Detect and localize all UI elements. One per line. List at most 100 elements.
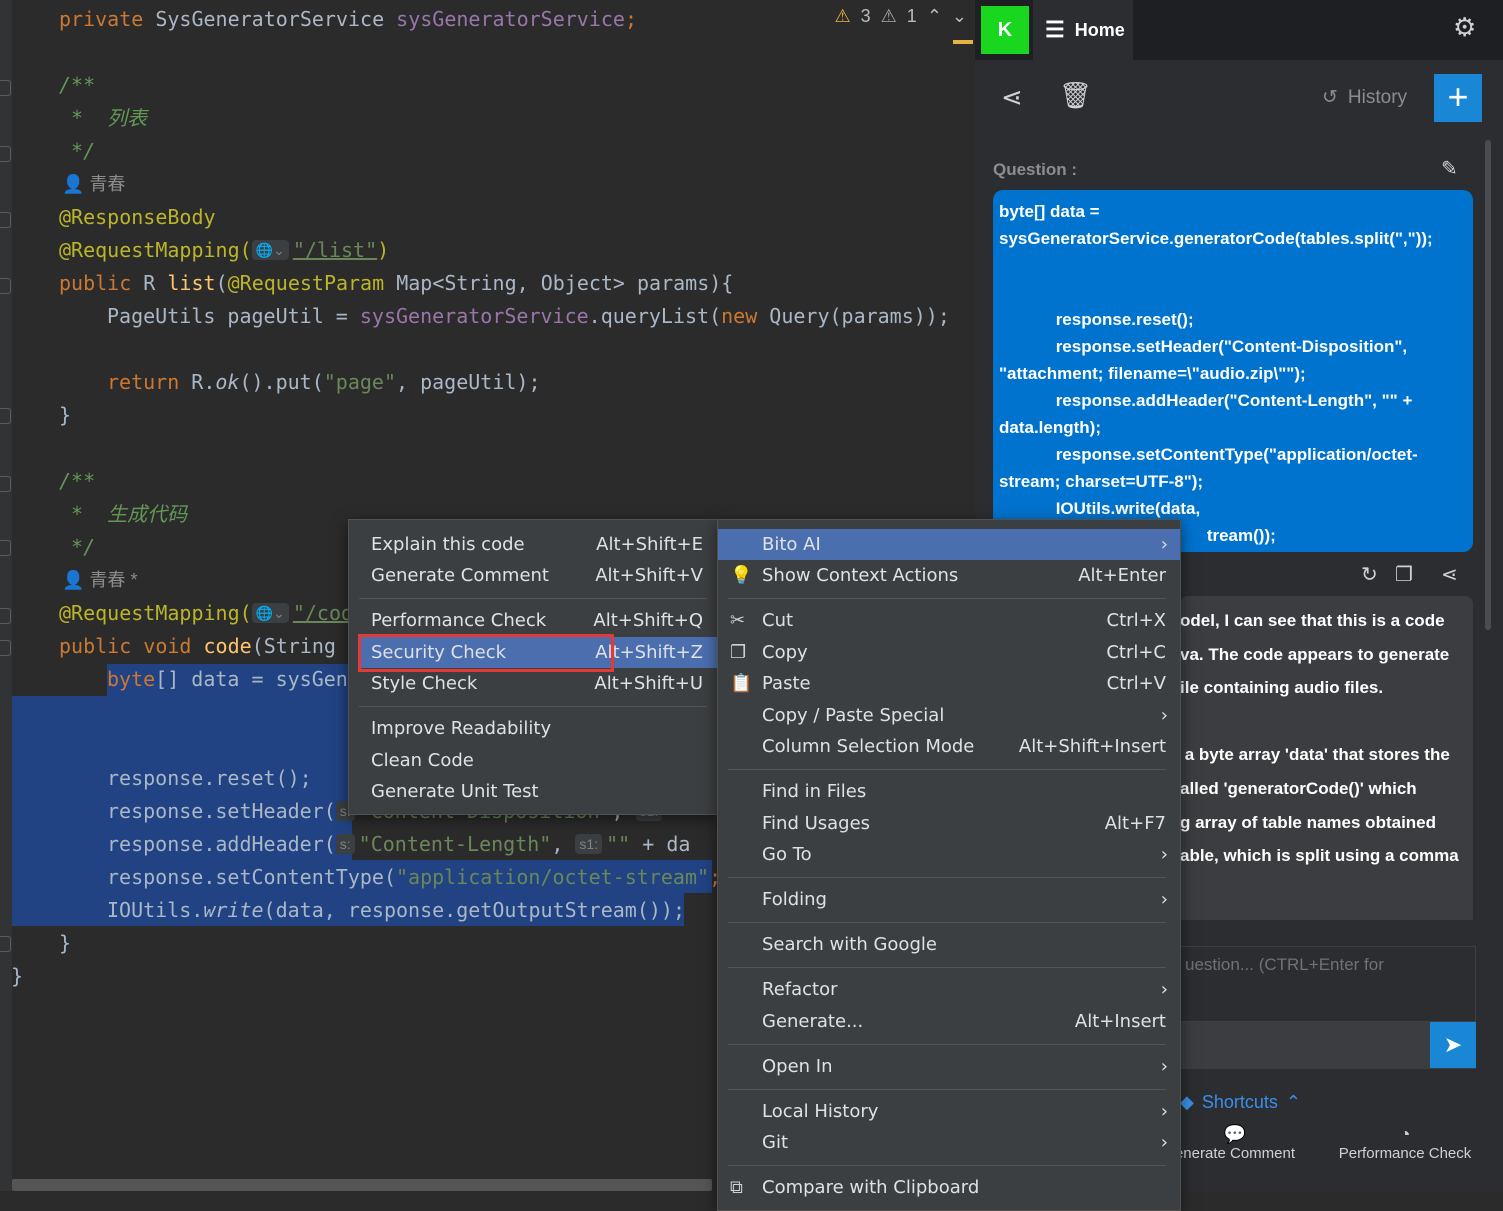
menu-item-cut[interactable]: ✂ Cut Ctrl+X — [718, 605, 1180, 636]
menu-item-performance-check[interactable]: Performance Check Alt+Shift+Q — [349, 605, 717, 636]
menu-separator — [728, 1044, 1166, 1045]
selection-gap — [684, 893, 712, 926]
code-line: response.reset(); — [107, 766, 312, 790]
code-line: } — [59, 931, 72, 955]
new-chat-button[interactable]: + — [1434, 74, 1482, 122]
send-icon: ➤ — [1443, 1032, 1463, 1057]
menu-item-open-in[interactable]: Open In › — [718, 1051, 1180, 1082]
history-icon: ↺ — [1322, 87, 1338, 108]
menu-item-explain-code[interactable]: Explain this code Alt+Shift+E — [349, 529, 717, 560]
menu-separator — [728, 769, 1166, 770]
shortcut-performance-check[interactable]: ◔ Performance Check — [1330, 1124, 1480, 1162]
code-line: */ — [59, 139, 96, 163]
menu-item-git[interactable]: Git › — [718, 1127, 1180, 1158]
fold-marker[interactable] — [0, 146, 11, 162]
globe-icon[interactable]: 🌐⌄ — [251, 603, 289, 623]
menu-item-style-check[interactable]: Style Check Alt+Shift+U — [349, 668, 717, 699]
menu-item-find-usages[interactable]: Find Usages Alt+F7 — [718, 808, 1180, 839]
menu-item-show-context-actions[interactable]: 💡 Show Context Actions Alt+Enter — [718, 560, 1180, 591]
menu-item-generate[interactable]: Generate... Alt+Insert — [718, 1006, 1180, 1037]
menu-separator — [359, 706, 707, 707]
menu-item-compare-with-clipboard[interactable]: ⧉ Compare with Clipboard — [718, 1172, 1180, 1203]
code-line: /** — [59, 469, 96, 493]
history-button[interactable]: ↺ History — [1322, 86, 1407, 109]
send-button[interactable]: ➤ — [1430, 1022, 1476, 1068]
fold-marker[interactable] — [0, 608, 11, 624]
question-input[interactable]: uestion... (CTRL+Enter for — [1180, 946, 1476, 1022]
fold-marker[interactable] — [0, 476, 11, 492]
user-icon: 👤 — [62, 570, 85, 590]
fold-marker[interactable] — [0, 936, 11, 952]
menu-lines-icon: ☰ — [1045, 17, 1065, 42]
menu-separator — [359, 598, 707, 599]
tab-home[interactable]: ☰ Home — [1033, 0, 1133, 60]
edit-icon[interactable]: ✎ — [1441, 156, 1458, 181]
fold-marker[interactable] — [0, 212, 11, 228]
menu-item-copy[interactable]: ❐ Copy Ctrl+C — [718, 637, 1180, 668]
author-hint[interactable]: 👤 青春 * — [62, 565, 137, 595]
chevron-up-icon[interactable]: ⌃ — [927, 6, 942, 27]
chevron-down-icon[interactable]: ⌄ — [952, 6, 967, 27]
menu-separator — [728, 877, 1166, 878]
menu-item-paste[interactable]: 📋 Paste Ctrl+V — [718, 668, 1180, 699]
shortcut-generate-comment[interactable]: 💬 enerate Comment — [1165, 1124, 1305, 1162]
chevron-right-icon: › — [1160, 705, 1168, 726]
code-line: IOUtils.write(data, response.getOutputSt… — [107, 898, 685, 922]
menu-separator — [728, 1089, 1166, 1090]
fold-marker[interactable] — [0, 408, 11, 424]
fold-marker[interactable] — [0, 640, 11, 656]
fold-marker[interactable] — [0, 278, 11, 294]
warning-icon: ⚠ — [834, 6, 851, 26]
menu-item-column-selection-mode[interactable]: Column Selection Mode Alt+Shift+Insert — [718, 731, 1180, 762]
menu-item-folding[interactable]: Folding › — [718, 884, 1180, 915]
menu-item-generate-comment[interactable]: Generate Comment Alt+Shift+V — [349, 560, 717, 591]
code-line: public void code(String — [59, 634, 336, 658]
menu-item-bito-ai[interactable]: Bito AI › — [718, 529, 1180, 560]
copy-icon[interactable]: ❐ — [1395, 562, 1413, 587]
fold-marker[interactable] — [0, 80, 11, 96]
compare-icon: ⧉ — [730, 1177, 743, 1198]
code-line: public R list(@RequestParam Map<String, … — [59, 271, 734, 295]
trash-icon[interactable]: 🗑 — [1059, 80, 1092, 111]
shapes-icon: ◆ — [1180, 1092, 1194, 1112]
code-line: } — [59, 403, 72, 427]
chevron-right-icon: › — [1160, 1101, 1168, 1122]
inspection-widget[interactable]: ⚠ 3 ⚠ 1 ⌃ ⌄ — [835, 6, 968, 27]
share-icon[interactable]: ⋖ — [1001, 82, 1023, 113]
menu-item-search-with-google[interactable]: Search with Google — [718, 929, 1180, 960]
bulb-icon: 💡 — [730, 565, 753, 586]
comment-plus-icon: 💬 — [1223, 1124, 1247, 1144]
code-line: */ — [59, 535, 96, 559]
fold-marker[interactable] — [0, 540, 11, 556]
menu-item-find-in-files[interactable]: Find in Files — [718, 776, 1180, 807]
menu-separator — [728, 922, 1166, 923]
chevron-right-icon: › — [1160, 534, 1168, 555]
horizontal-scrollbar[interactable] — [12, 1179, 712, 1191]
vertical-scrollbar[interactable] — [1485, 140, 1491, 630]
menu-item-improve-readability[interactable]: Improve Readability — [349, 713, 717, 744]
code-line: response.setContentType("application/oct… — [107, 865, 722, 889]
editor-gutter — [0, 0, 12, 1191]
editor-context-menu: Bito AI › 💡 Show Context Actions Alt+Enter … — [717, 519, 1181, 1211]
menu-item-local-history[interactable]: Local History › — [718, 1096, 1180, 1127]
error-stripe-mark[interactable] — [953, 40, 973, 44]
author-hint[interactable]: 👤 青春 — [62, 169, 125, 199]
code-line: /** — [59, 73, 96, 97]
avatar[interactable]: K — [981, 6, 1029, 54]
scissors-icon: ✂ — [730, 610, 746, 631]
menu-item-generate-unit-test[interactable]: Generate Unit Test — [349, 776, 717, 807]
menu-item-refactor[interactable]: Refactor › — [718, 974, 1180, 1005]
menu-item-go-to[interactable]: Go To › — [718, 839, 1180, 870]
code-line: * 生成代码 — [59, 502, 188, 526]
share-icon[interactable]: ⋖ — [1441, 562, 1458, 587]
regenerate-icon[interactable]: ↻ — [1361, 562, 1378, 587]
gauge-icon: ◔ — [1399, 1124, 1411, 1144]
menu-item-clean-code[interactable]: Clean Code — [349, 745, 717, 776]
shortcuts-toggle[interactable]: ◆ Shortcuts ⌃ — [1180, 1092, 1301, 1113]
chevron-right-icon: › — [1160, 844, 1168, 865]
menu-item-copy-paste-special[interactable]: Copy / Paste Special › — [718, 700, 1180, 731]
question-bubble: byte[] data = sysGeneratorService.genera… — [993, 190, 1473, 552]
globe-icon[interactable]: 🌐⌄ — [251, 240, 289, 260]
copy-icon: ❐ — [730, 642, 747, 663]
gear-icon[interactable]: ⚙ — [1453, 12, 1476, 43]
